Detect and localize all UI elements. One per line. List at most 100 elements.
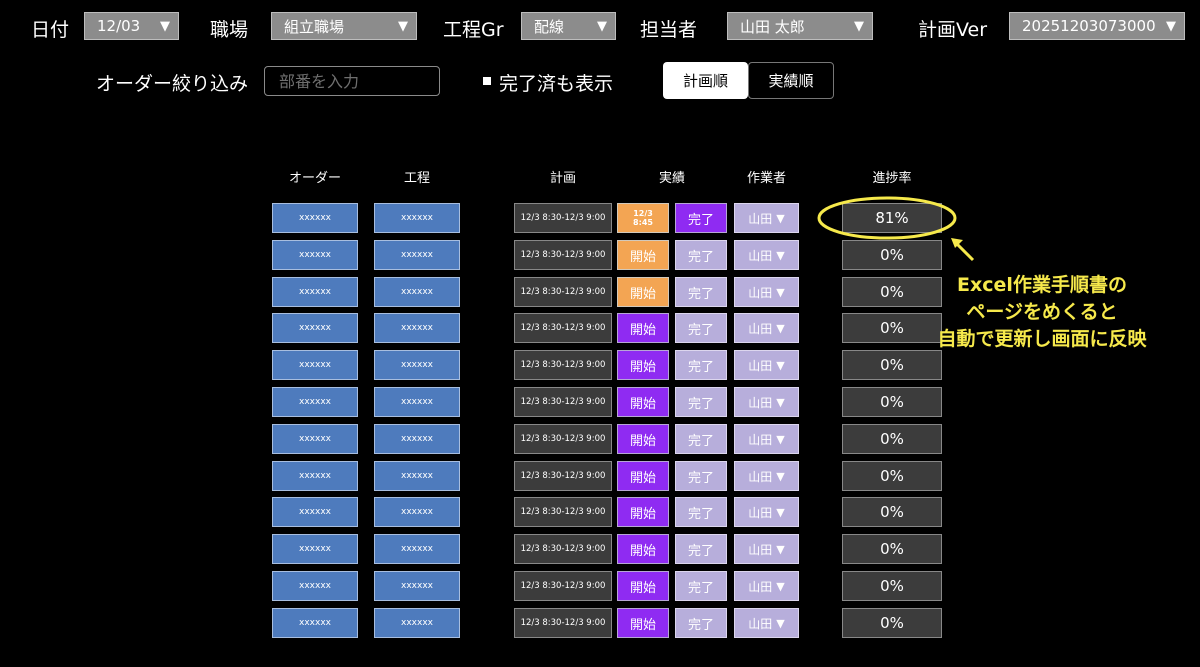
process-cell[interactable]: xxxxxx	[374, 461, 460, 491]
complete-button[interactable]: 完了	[675, 350, 727, 380]
complete-button[interactable]: 完了	[675, 534, 727, 564]
process-cell[interactable]: xxxxxx	[374, 571, 460, 601]
workplace-dropdown[interactable]: 組立職場 ▼	[271, 12, 417, 40]
plan-cell: 12/3 8:30-12/3 9:00	[514, 571, 612, 601]
worker-name: 山田	[748, 432, 773, 447]
complete-button[interactable]: 完了	[675, 608, 727, 638]
order-cell[interactable]: xxxxxx	[272, 277, 358, 307]
date-value: 12/03	[97, 17, 141, 35]
worker-dropdown[interactable]: 山田 ▼	[734, 534, 799, 564]
order-cell[interactable]: xxxxxx	[272, 497, 358, 527]
chevron-down-icon: ▼	[776, 579, 785, 593]
order-cell[interactable]: xxxxxx	[272, 608, 358, 638]
complete-button[interactable]: 完了	[675, 387, 727, 417]
col-header-plan: 計画	[549, 171, 576, 186]
process-cell[interactable]: xxxxxx	[374, 240, 460, 270]
order-cell[interactable]: xxxxxx	[272, 461, 358, 491]
worker-dropdown[interactable]: 山田 ▼	[734, 608, 799, 638]
worker-dropdown[interactable]: 山田 ▼	[734, 387, 799, 417]
planver-dropdown[interactable]: 20251203073000 ▼	[1009, 12, 1185, 40]
start-button[interactable]: 開始	[617, 461, 669, 491]
start-button[interactable]: 開始	[617, 608, 669, 638]
chevron-down-icon: ▼	[160, 18, 170, 34]
progress-cell: 0%	[842, 608, 942, 638]
complete-button[interactable]: 完了	[675, 497, 727, 527]
worker-dropdown[interactable]: 山田 ▼	[734, 350, 799, 380]
process-cell[interactable]: xxxxxx	[374, 534, 460, 564]
complete-button[interactable]: 完了	[675, 571, 727, 601]
worker-name: 山田	[748, 211, 773, 226]
processgr-label: 工程Gr	[443, 19, 504, 41]
complete-button[interactable]: 完了	[675, 313, 727, 343]
worker-dropdown[interactable]: 山田 ▼	[734, 571, 799, 601]
date-dropdown[interactable]: 12/03 ▼	[84, 12, 179, 40]
process-cell[interactable]: xxxxxx	[374, 608, 460, 638]
plan-cell: 12/3 8:30-12/3 9:00	[514, 313, 612, 343]
start-button[interactable]: 開始	[617, 240, 669, 270]
order-filter-input[interactable]	[264, 66, 440, 96]
progress-cell: 0%	[842, 424, 942, 454]
process-cell[interactable]: xxxxxx	[374, 350, 460, 380]
process-cell[interactable]: xxxxxx	[374, 424, 460, 454]
complete-button[interactable]: 完了	[675, 424, 727, 454]
process-cell[interactable]: xxxxxx	[374, 313, 460, 343]
process-cell[interactable]: xxxxxx	[374, 203, 460, 233]
process-cell[interactable]: xxxxxx	[374, 497, 460, 527]
chevron-down-icon: ▼	[854, 18, 864, 34]
order-filter-label: オーダー絞り込み	[96, 73, 249, 95]
worker-name: 山田	[748, 616, 773, 631]
planver-value: 20251203073000	[1022, 17, 1156, 35]
complete-button[interactable]: 完了	[675, 461, 727, 491]
order-cell[interactable]: xxxxxx	[272, 571, 358, 601]
annotation-line-2: ページをめくると	[966, 301, 1118, 323]
worker-dropdown[interactable]: 山田 ▼	[734, 497, 799, 527]
chevron-down-icon: ▼	[776, 248, 785, 262]
order-cell[interactable]: xxxxxx	[272, 350, 358, 380]
worker-dropdown[interactable]: 山田 ▼	[734, 424, 799, 454]
worker-name: 山田	[748, 395, 773, 410]
order-cell[interactable]: xxxxxx	[272, 387, 358, 417]
start-button[interactable]: 開始	[617, 497, 669, 527]
order-cell[interactable]: xxxxxx	[272, 240, 358, 270]
order-cell[interactable]: xxxxxx	[272, 313, 358, 343]
complete-button[interactable]: 完了	[675, 277, 727, 307]
order-cell[interactable]: xxxxxx	[272, 203, 358, 233]
workplace-label: 職場	[210, 19, 249, 41]
start-button[interactable]: 開始	[617, 534, 669, 564]
sort-plan-button[interactable]: 計画順	[663, 62, 748, 99]
show-completed-checkbox[interactable]	[483, 77, 491, 85]
complete-button[interactable]: 完了	[675, 240, 727, 270]
start-button[interactable]: 開始	[617, 424, 669, 454]
assignee-dropdown[interactable]: 山田 太郎 ▼	[727, 12, 873, 40]
start-button[interactable]: 開始	[617, 387, 669, 417]
actual-time-date: 12/3	[633, 209, 653, 218]
worker-dropdown[interactable]: 山田 ▼	[734, 203, 799, 233]
chevron-down-icon: ▼	[776, 432, 785, 446]
worker-dropdown[interactable]: 山田 ▼	[734, 277, 799, 307]
worker-dropdown[interactable]: 山田 ▼	[734, 461, 799, 491]
worker-name: 山田	[748, 248, 773, 263]
plan-cell: 12/3 8:30-12/3 9:00	[514, 608, 612, 638]
process-cell[interactable]: xxxxxx	[374, 387, 460, 417]
order-cell[interactable]: xxxxxx	[272, 424, 358, 454]
actual-time-cell: 12/3 8:45	[617, 203, 669, 233]
worker-dropdown[interactable]: 山田 ▼	[734, 313, 799, 343]
chevron-down-icon: ▼	[776, 358, 785, 372]
highlight-ellipse	[817, 196, 957, 240]
processgr-dropdown[interactable]: 配線 ▼	[521, 12, 616, 40]
planver-label: 計画Ver	[918, 19, 988, 41]
process-cell[interactable]: xxxxxx	[374, 277, 460, 307]
col-header-actual: 実績	[658, 171, 685, 186]
worker-name: 山田	[748, 358, 773, 373]
chevron-down-icon: ▼	[776, 542, 785, 556]
sort-actual-button[interactable]: 実績順	[748, 62, 834, 99]
date-label: 日付	[31, 19, 70, 41]
start-button[interactable]: 開始	[617, 350, 669, 380]
order-cell[interactable]: xxxxxx	[272, 534, 358, 564]
start-button[interactable]: 開始	[617, 571, 669, 601]
progress-cell: 0%	[842, 240, 942, 270]
complete-button[interactable]: 完了	[675, 203, 727, 233]
worker-dropdown[interactable]: 山田 ▼	[734, 240, 799, 270]
start-button[interactable]: 開始	[617, 277, 669, 307]
start-button[interactable]: 開始	[617, 313, 669, 343]
